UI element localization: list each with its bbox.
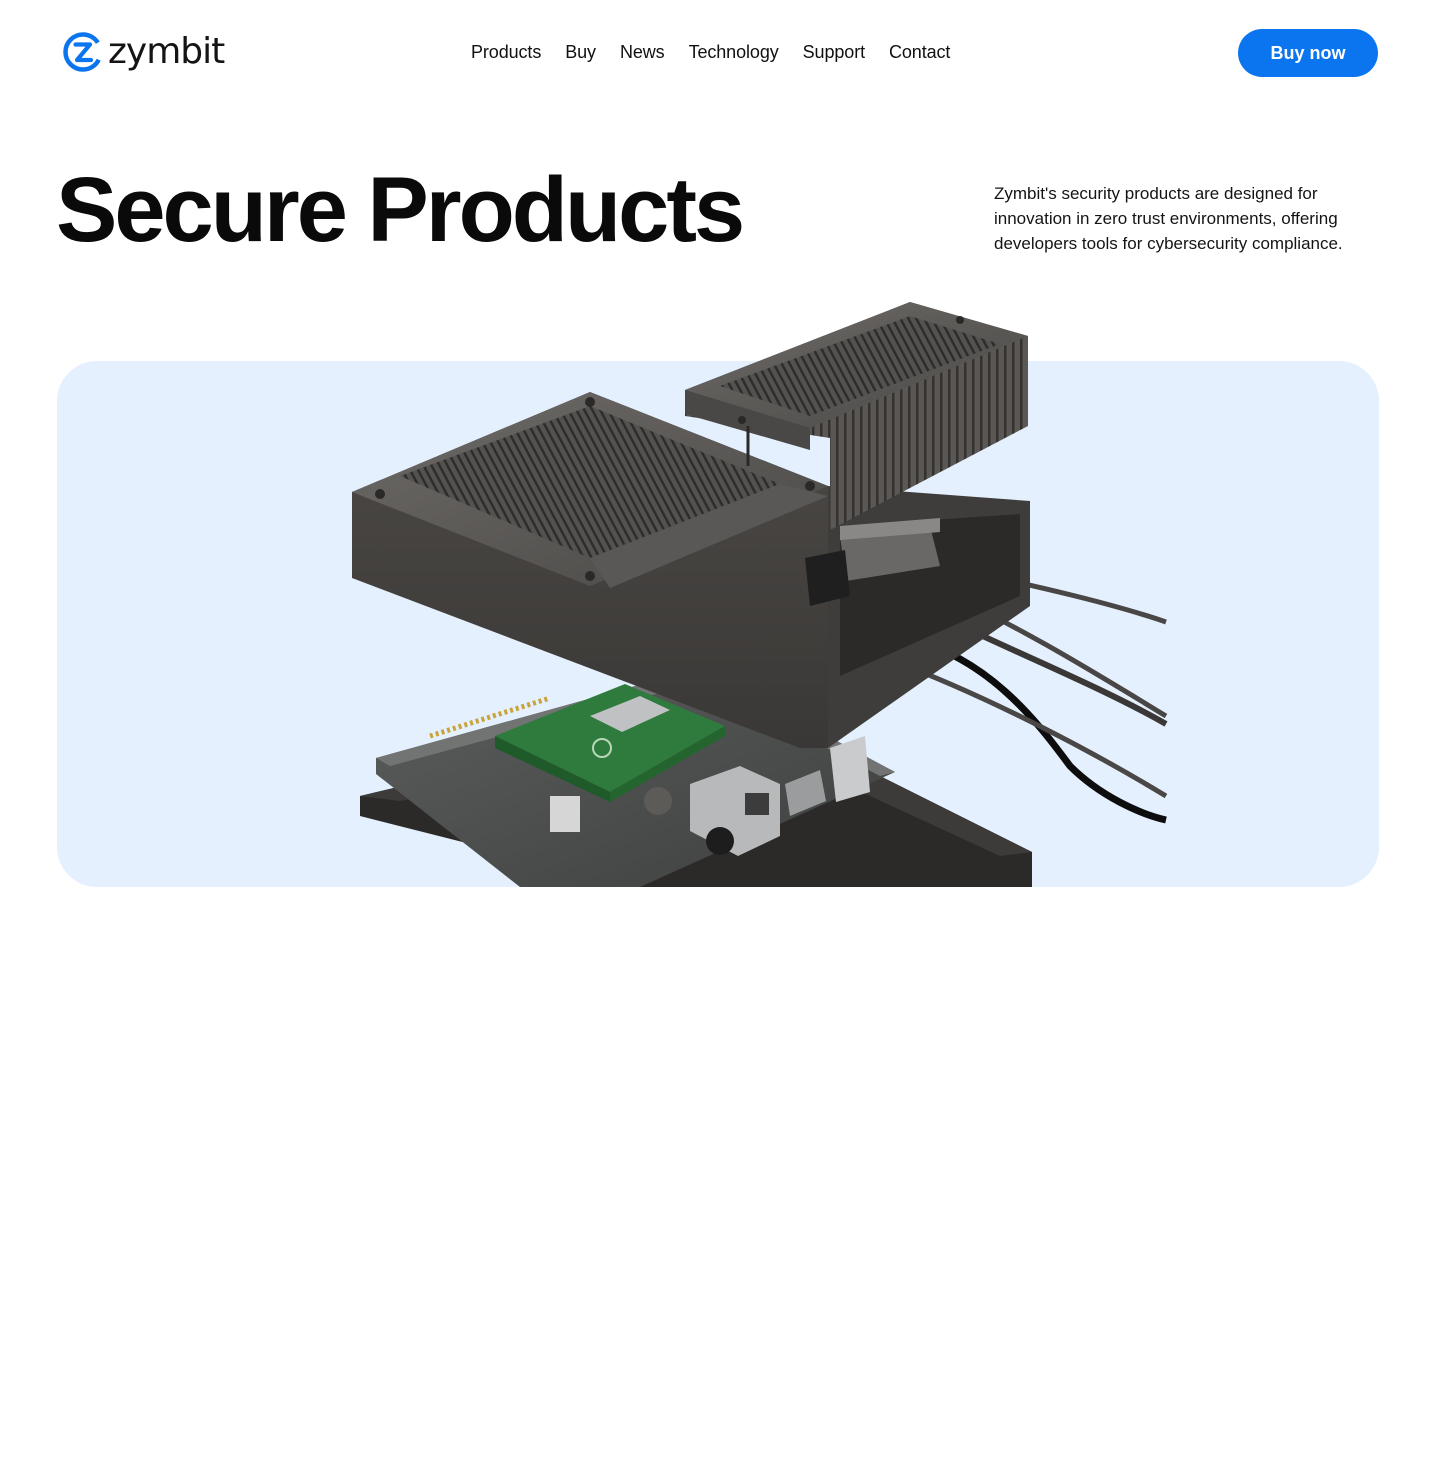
buy-now-button[interactable]: Buy now xyxy=(1238,29,1378,77)
main-nav: Products Buy News Technology Support Con… xyxy=(471,40,950,64)
zymbit-logo-icon xyxy=(63,32,103,72)
nav-item-news[interactable]: News xyxy=(620,40,665,64)
logo-wordmark: zymbit xyxy=(108,31,225,72)
product-render-image xyxy=(352,302,1168,887)
nav-item-support[interactable]: Support xyxy=(803,40,865,64)
hero-description: Zymbit's security products are designed … xyxy=(994,184,1343,253)
zymbit-logo[interactable]: zymbit xyxy=(62,30,225,74)
nav-item-buy[interactable]: Buy xyxy=(565,40,596,64)
site-header: zymbit Products Buy News Technology Supp… xyxy=(0,0,1436,104)
nav-item-contact[interactable]: Contact xyxy=(889,40,950,64)
nav-item-products[interactable]: Products xyxy=(471,40,541,64)
page-title: Secure Products xyxy=(56,159,745,261)
nav-item-technology[interactable]: Technology xyxy=(689,40,779,64)
